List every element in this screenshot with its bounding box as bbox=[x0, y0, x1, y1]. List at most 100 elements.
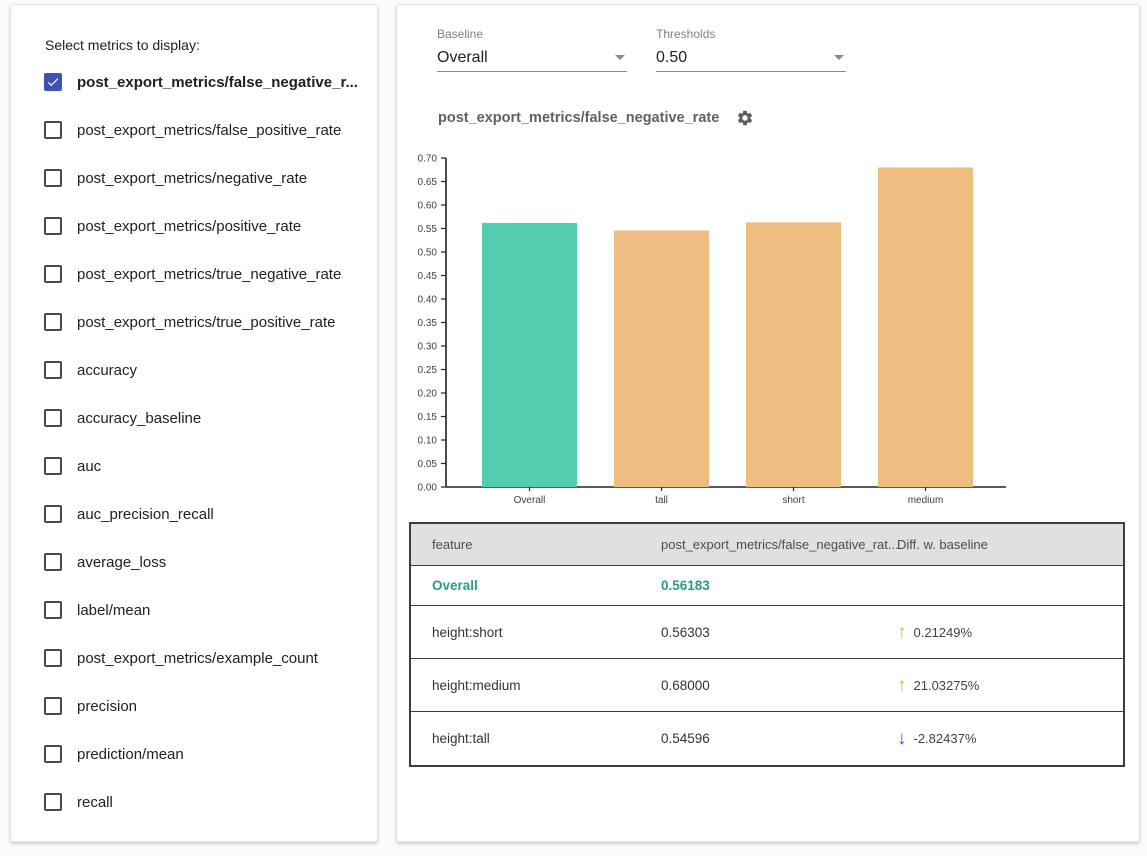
baseline-select[interactable]: Baseline Overall bbox=[437, 27, 627, 72]
metric-label: accuracy bbox=[77, 362, 137, 379]
y-tick-label: 0.15 bbox=[418, 412, 438, 423]
table-row-height:medium: height:medium0.68000↑21.03275% bbox=[411, 659, 1123, 712]
bar-Overall[interactable] bbox=[482, 223, 577, 487]
y-tick-label: 0.25 bbox=[418, 365, 438, 376]
y-tick-label: 0.00 bbox=[418, 483, 438, 494]
table-header-diff: Diff. w. baseline bbox=[887, 537, 1123, 552]
checkbox-unchecked-icon[interactable] bbox=[44, 457, 62, 475]
metrics-table: feature post_export_metrics/false_negati… bbox=[409, 522, 1125, 767]
y-tick-label: 0.65 bbox=[418, 177, 438, 188]
y-tick-label: 0.55 bbox=[418, 224, 438, 235]
metric-checkbox-row[interactable]: post_export_metrics/true_negative_rate bbox=[11, 250, 377, 298]
checkbox-unchecked-icon[interactable] bbox=[44, 265, 62, 283]
diff-percent: 21.03275% bbox=[914, 678, 980, 693]
y-tick-label: 0.30 bbox=[418, 342, 438, 353]
x-tick-label: Overall bbox=[514, 495, 546, 506]
metric-checkbox-row[interactable]: auc bbox=[11, 442, 377, 490]
x-tick-label: tall bbox=[655, 495, 668, 506]
checkbox-unchecked-icon[interactable] bbox=[44, 793, 62, 811]
metric-value-cell: 0.68000 bbox=[651, 678, 887, 693]
bar-chart-svg: 0.000.050.100.150.200.250.300.350.400.45… bbox=[405, 151, 1020, 513]
metric-checkbox-row[interactable]: post_export_metrics/true_positive_rate bbox=[11, 298, 377, 346]
metric-checkbox-row[interactable]: post_export_metrics/negative_rate bbox=[11, 154, 377, 202]
metric-checkbox-row[interactable]: post_export_metrics/false_negative_r... bbox=[11, 58, 377, 106]
metric-label: precision bbox=[77, 698, 137, 715]
metric-checkbox-row[interactable]: post_export_metrics/positive_rate bbox=[11, 202, 377, 250]
y-tick-label: 0.10 bbox=[418, 436, 438, 447]
bar-short[interactable] bbox=[746, 222, 841, 487]
metric-checkbox-row[interactable]: precision bbox=[11, 682, 377, 730]
checkbox-unchecked-icon[interactable] bbox=[44, 409, 62, 427]
gear-icon[interactable] bbox=[736, 109, 754, 127]
bar-chart: 0.000.050.100.150.200.250.300.350.400.45… bbox=[405, 151, 1020, 518]
thresholds-select-label: Thresholds bbox=[656, 27, 846, 41]
y-tick-label: 0.35 bbox=[418, 318, 438, 329]
fairness-results-panel: Baseline Overall Thresholds 0.50 post_ex… bbox=[396, 4, 1140, 842]
diff-percent: 0.21249% bbox=[914, 625, 973, 640]
checkbox-unchecked-icon[interactable] bbox=[44, 745, 62, 763]
baseline-select-value-row[interactable]: Overall bbox=[437, 44, 627, 72]
metric-label: post_export_metrics/false_positive_rate bbox=[77, 122, 341, 139]
chevron-down-icon bbox=[834, 55, 844, 60]
metric-checkbox-row[interactable]: post_export_metrics/example_count bbox=[11, 634, 377, 682]
table-row-height:short: height:short0.56303↑0.21249% bbox=[411, 606, 1123, 659]
metric-checkbox-row[interactable]: post_export_metrics/false_positive_rate bbox=[11, 106, 377, 154]
feature-cell: height:medium bbox=[411, 678, 651, 693]
baseline-select-value: Overall bbox=[437, 49, 488, 67]
baseline-select-label: Baseline bbox=[437, 27, 627, 41]
feature-cell: height:short bbox=[411, 625, 651, 640]
table-header-metric: post_export_metrics/false_negative_rat..… bbox=[651, 537, 887, 552]
thresholds-select-value-row[interactable]: 0.50 bbox=[656, 44, 846, 72]
chevron-down-icon bbox=[615, 55, 625, 60]
checkbox-unchecked-icon[interactable] bbox=[44, 169, 62, 187]
checkbox-unchecked-icon[interactable] bbox=[44, 601, 62, 619]
metric-label: auc_precision_recall bbox=[77, 506, 214, 523]
thresholds-select-value: 0.50 bbox=[656, 49, 687, 67]
feature-cell: Overall bbox=[411, 578, 651, 593]
metric-label: auc bbox=[77, 458, 101, 475]
metric-checkbox-row[interactable]: prediction/mean bbox=[11, 730, 377, 778]
metric-label: post_export_metrics/false_negative_r... bbox=[77, 74, 358, 91]
thresholds-select[interactable]: Thresholds 0.50 bbox=[656, 27, 846, 72]
diff-cell: ↑21.03275% bbox=[887, 676, 1123, 695]
feature-cell: height:tall bbox=[411, 731, 651, 746]
y-tick-label: 0.50 bbox=[418, 248, 438, 259]
metric-checkbox-row[interactable]: auc_precision_recall bbox=[11, 490, 377, 538]
metric-label: average_loss bbox=[77, 554, 166, 571]
metric-label: post_export_metrics/true_positive_rate bbox=[77, 314, 335, 331]
metric-checkbox-row[interactable]: average_loss bbox=[11, 538, 377, 586]
metric-checkbox-row[interactable]: label/mean bbox=[11, 586, 377, 634]
y-tick-label: 0.05 bbox=[418, 459, 438, 470]
metric-value-cell: 0.54596 bbox=[651, 731, 887, 746]
checkbox-checked-icon[interactable] bbox=[44, 73, 62, 91]
checkbox-unchecked-icon[interactable] bbox=[44, 313, 62, 331]
checkbox-unchecked-icon[interactable] bbox=[44, 505, 62, 523]
x-tick-label: short bbox=[782, 495, 804, 506]
diff-cell: ↓-2.82437% bbox=[887, 729, 1123, 748]
y-tick-label: 0.60 bbox=[418, 201, 438, 212]
y-tick-label: 0.70 bbox=[418, 154, 438, 165]
checkbox-unchecked-icon[interactable] bbox=[44, 553, 62, 571]
y-tick-label: 0.40 bbox=[418, 295, 438, 306]
table-row-height:tall: height:tall0.54596↓-2.82437% bbox=[411, 712, 1123, 765]
table-row-Overall: Overall0.56183 bbox=[411, 566, 1123, 606]
checkbox-unchecked-icon[interactable] bbox=[44, 361, 62, 379]
metric-checkbox-row[interactable]: accuracy_baseline bbox=[11, 394, 377, 442]
bar-tall[interactable] bbox=[614, 230, 709, 487]
x-tick-label: medium bbox=[908, 495, 944, 506]
metric-selector-panel: Select metrics to display: post_export_m… bbox=[10, 4, 378, 842]
bar-medium[interactable] bbox=[878, 167, 973, 487]
metric-label: recall bbox=[77, 794, 113, 811]
metric-checkbox-row[interactable]: recall bbox=[11, 778, 377, 826]
metric-label: post_export_metrics/negative_rate bbox=[77, 170, 307, 187]
metric-label: post_export_metrics/positive_rate bbox=[77, 218, 301, 235]
table-header-feature: feature bbox=[411, 537, 651, 552]
diff-cell: ↑0.21249% bbox=[887, 623, 1123, 642]
checkbox-unchecked-icon[interactable] bbox=[44, 697, 62, 715]
checkbox-unchecked-icon[interactable] bbox=[44, 121, 62, 139]
checkbox-unchecked-icon[interactable] bbox=[44, 649, 62, 667]
metric-label: label/mean bbox=[77, 602, 150, 619]
metric-checkbox-row[interactable]: accuracy bbox=[11, 346, 377, 394]
metric-label: post_export_metrics/example_count bbox=[77, 650, 318, 667]
checkbox-unchecked-icon[interactable] bbox=[44, 217, 62, 235]
